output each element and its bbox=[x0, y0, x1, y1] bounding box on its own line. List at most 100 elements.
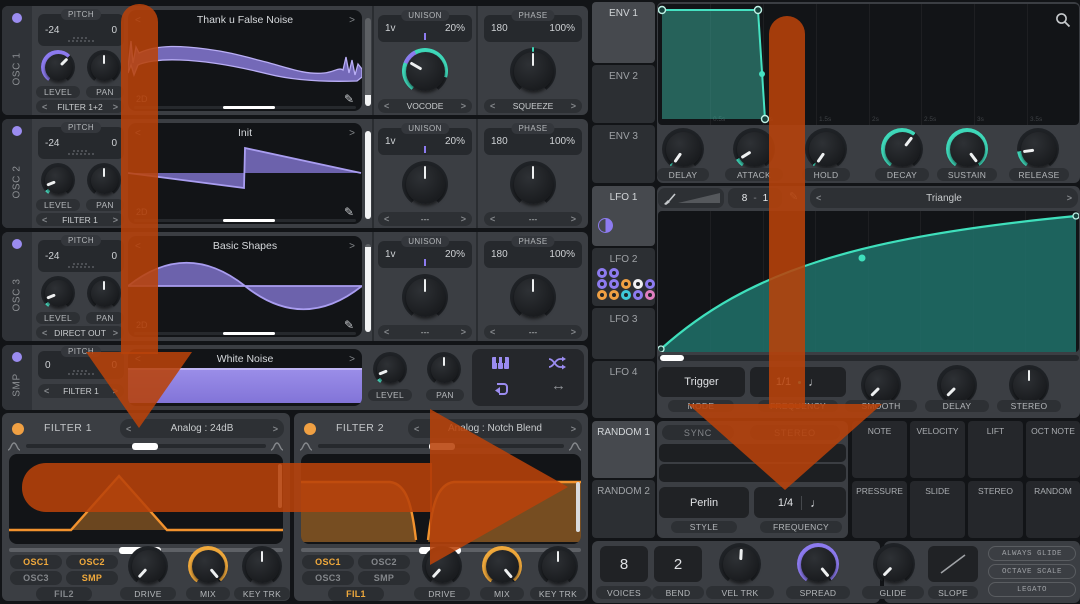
osc3-pitch-box[interactable]: -24PITCH0 bbox=[38, 240, 124, 272]
smp-pan-knob[interactable] bbox=[427, 352, 461, 386]
osc2-frame-scrollbar[interactable] bbox=[134, 219, 356, 223]
mod-slide[interactable]: SLIDE bbox=[910, 481, 965, 538]
osc2-pitch-box[interactable]: -24PITCH0 bbox=[38, 127, 124, 159]
mod-stereo[interactable]: STEREO bbox=[968, 481, 1023, 538]
lfo-freq-box[interactable]: 1/1 ♩ bbox=[750, 367, 846, 397]
osc1-level-knob[interactable] bbox=[41, 50, 75, 84]
lfo-shape-selector[interactable]: <Triangle> bbox=[810, 188, 1078, 208]
tab-lfo3[interactable]: LFO 3 bbox=[592, 308, 655, 359]
filter2-input-osc3[interactable]: OSC3 bbox=[302, 571, 354, 585]
osc1-frame-slider[interactable] bbox=[365, 18, 371, 106]
smp-sample-name[interactable]: White Noise bbox=[217, 353, 274, 365]
env-attack-knob[interactable] bbox=[733, 128, 775, 170]
osc1-tune[interactable]: 0 bbox=[111, 25, 117, 36]
filter1-power-dot[interactable] bbox=[12, 423, 24, 435]
tab-lfo4[interactable]: LFO 4 bbox=[592, 361, 655, 418]
random-phase-shuffle-icon[interactable] bbox=[548, 356, 566, 370]
osc3-wave-name[interactable]: Basic Shapes bbox=[213, 240, 277, 252]
always-glide-toggle[interactable]: ALWAYS GLIDE bbox=[988, 546, 1076, 561]
filter1-input-fil2[interactable]: FIL2 bbox=[36, 587, 92, 601]
env-sustain-knob[interactable] bbox=[946, 128, 988, 170]
spread-knob[interactable] bbox=[797, 543, 839, 585]
lfo-display[interactable] bbox=[658, 211, 1079, 352]
zoom-magnifier-icon[interactable] bbox=[1055, 12, 1071, 28]
filter1-input-osc1[interactable]: OSC1 bbox=[10, 555, 62, 569]
filter2-input-fil1[interactable]: FIL1 bbox=[328, 587, 384, 601]
filter1-input-osc2[interactable]: OSC2 bbox=[66, 555, 118, 569]
tab-random1[interactable]: RANDOM 1 bbox=[592, 421, 655, 478]
lfo-stereo-knob[interactable] bbox=[1009, 365, 1049, 405]
filter2-drive-knob[interactable] bbox=[422, 546, 462, 586]
mod-velocity[interactable]: VELOCITY bbox=[910, 421, 965, 478]
osc3-level-knob[interactable] bbox=[41, 276, 75, 310]
mod-random[interactable]: RANDOM bbox=[1026, 481, 1080, 538]
lfo-scrollbar[interactable] bbox=[658, 355, 1079, 361]
filter2-blend-slider[interactable] bbox=[318, 444, 564, 448]
filter1-input-osc3[interactable]: OSC3 bbox=[10, 571, 62, 585]
osc2-knob-b[interactable] bbox=[510, 161, 556, 207]
random-display-bottom[interactable] bbox=[659, 464, 846, 482]
keytrack-piano-icon[interactable] bbox=[492, 357, 510, 369]
osc2-pan-knob[interactable] bbox=[87, 163, 121, 197]
smp-tab[interactable]: SMP bbox=[2, 345, 32, 410]
mod-pressure[interactable]: PRESSURE bbox=[852, 481, 907, 538]
osc1-pan-knob[interactable] bbox=[87, 50, 121, 84]
osc1-frame-scrollbar[interactable] bbox=[134, 106, 356, 110]
filter1-keytrk-knob[interactable] bbox=[242, 546, 282, 586]
env-hold-knob[interactable] bbox=[805, 128, 847, 170]
filter2-resonance-handle[interactable] bbox=[576, 482, 580, 532]
osc2-wave-name[interactable]: Init bbox=[238, 127, 252, 139]
osc3-wave-display[interactable]: < Basic Shapes > 2D ✎ bbox=[128, 236, 362, 337]
filter1-mix-knob[interactable] bbox=[188, 546, 228, 586]
osc3-edit-pencil-icon[interactable]: ✎ bbox=[344, 318, 354, 332]
osc3-knob-a-selector[interactable]: <---> bbox=[378, 325, 472, 339]
osc1-wave-prev[interactable]: < bbox=[135, 15, 141, 26]
osc1-knob-b-selector[interactable]: <SQUEEZE> bbox=[484, 99, 582, 113]
filter1-resonance-handle[interactable] bbox=[278, 464, 282, 508]
tab-env2[interactable]: ENV 2 bbox=[592, 65, 655, 123]
osc1-transpose[interactable]: -24 bbox=[45, 25, 59, 36]
octave-scale-toggle[interactable]: OCTAVE SCALE bbox=[988, 564, 1076, 579]
osc1-vocode-knob[interactable] bbox=[402, 48, 448, 94]
filter2-model-selector[interactable]: <Analog : Notch Blend> bbox=[408, 419, 582, 438]
osc2-2d-toggle[interactable]: 2D bbox=[136, 207, 148, 217]
osc3-knob-b[interactable] bbox=[510, 274, 556, 320]
lfo-mode-box[interactable]: Trigger bbox=[658, 367, 745, 397]
tab-random2[interactable]: RANDOM 2 bbox=[592, 480, 655, 538]
filter2-power-dot[interactable] bbox=[304, 423, 316, 435]
osc2-phase-box[interactable]: 180PHASE100% bbox=[484, 128, 582, 155]
tab-env1[interactable]: ENV 1 bbox=[592, 2, 655, 63]
osc3-tab[interactable]: OSC 3 bbox=[2, 232, 32, 341]
random-display-top[interactable] bbox=[659, 444, 846, 462]
filter1-display[interactable] bbox=[9, 454, 283, 544]
filter2-mix-knob[interactable] bbox=[482, 546, 522, 586]
veltrk-knob[interactable] bbox=[719, 543, 761, 585]
filter1-drive-knob[interactable] bbox=[128, 546, 168, 586]
osc3-frame-slider[interactable] bbox=[365, 244, 371, 332]
lfo-pen-icon[interactable]: ✎ bbox=[789, 190, 798, 203]
smp-display[interactable]: < White Noise > bbox=[128, 349, 362, 406]
osc2-knob-a[interactable] bbox=[402, 161, 448, 207]
filter2-input-smp[interactable]: SMP bbox=[358, 571, 410, 585]
osc3-pan-knob[interactable] bbox=[87, 276, 121, 310]
osc2-frame-slider[interactable] bbox=[365, 131, 371, 219]
osc1-power-dot[interactable] bbox=[12, 13, 22, 23]
osc1-wave-name[interactable]: Thank u False Noise bbox=[197, 14, 293, 26]
env-decay-knob[interactable] bbox=[881, 128, 923, 170]
osc3-power-dot[interactable] bbox=[12, 239, 22, 249]
tab-lfo1[interactable]: LFO 1 bbox=[592, 186, 655, 246]
osc2-knob-b-selector[interactable]: <---> bbox=[484, 212, 582, 226]
osc1-2d-toggle[interactable]: 2D bbox=[136, 94, 148, 104]
random-stereo-button[interactable]: STEREO bbox=[750, 425, 840, 440]
osc3-routing[interactable]: <DIRECT OUT> bbox=[36, 326, 124, 339]
lfo-delay-knob[interactable] bbox=[937, 365, 977, 405]
osc3-2d-toggle[interactable]: 2D bbox=[136, 320, 148, 330]
env-release-knob[interactable] bbox=[1017, 128, 1059, 170]
env-delay-knob[interactable] bbox=[662, 128, 704, 170]
voices-box[interactable]: 8 bbox=[600, 546, 648, 582]
osc1-phase-box[interactable]: 180 PHASE 100% bbox=[484, 15, 582, 42]
bounce-arrows-icon[interactable]: ↔ bbox=[551, 377, 566, 394]
osc3-knob-a[interactable] bbox=[402, 274, 448, 320]
smp-pitch-box[interactable]: 0PITCH0 bbox=[38, 351, 124, 379]
mod-octnote[interactable]: OCT NOTE bbox=[1026, 421, 1080, 478]
